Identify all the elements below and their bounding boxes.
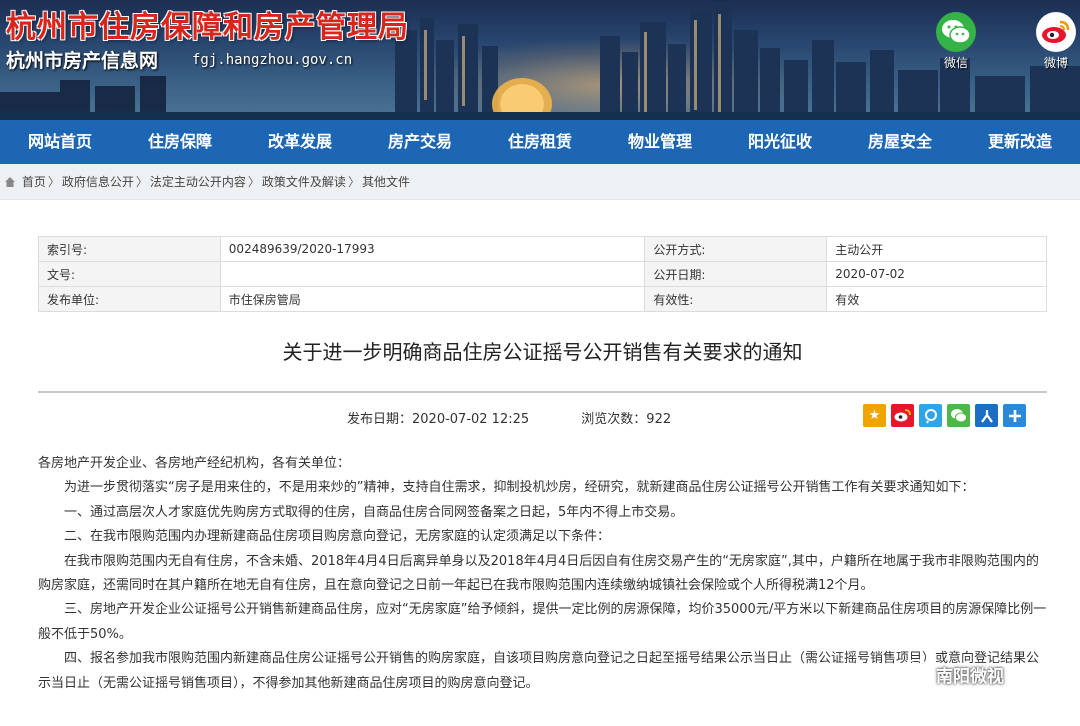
- article-body: 各房地产开发企业、各房地产经纪机构，各有关单位： 为进一步贯彻落实“房子是用来住…: [38, 452, 1048, 696]
- site-subtitle[interactable]: 杭州市房产信息网: [6, 46, 158, 73]
- table-row: 索引号: 002489639/2020-17993 公开方式: 主动公开: [38, 236, 1047, 262]
- home-icon: [5, 177, 15, 187]
- nav-item-property-trade[interactable]: 房产交易: [360, 120, 480, 164]
- nav-item-reform[interactable]: 改革发展: [240, 120, 360, 164]
- breadcrumb-separator: 〉: [247, 175, 260, 189]
- nav-item-housing-security[interactable]: 住房保障: [120, 120, 240, 164]
- clause-2-paragraph: 二、在我市限购范围内办理新建商品住房项目购房意向登记，无房家庭的认定须满足以下条…: [64, 529, 611, 545]
- renren-icon[interactable]: [975, 404, 998, 427]
- clause-1-paragraph: 一、通过高层次人才家庭优先购房方式取得的住房，自商品住房合同网签备案之日起，5年…: [64, 504, 684, 520]
- breadcrumb-separator: 〉: [347, 175, 360, 189]
- meta-value-publisher: 市住保房管局: [219, 286, 646, 312]
- clause-2-detail-paragraph: 在我市限购范围内无自有住房，不含未婚、2018年4月4日后离异单身以及2018年…: [38, 553, 1039, 594]
- breadcrumb-policy[interactable]: 政策文件及解读: [262, 175, 346, 189]
- favorite-star-icon[interactable]: ★: [863, 404, 886, 427]
- nav-item-renewal[interactable]: 更新改造: [960, 120, 1080, 164]
- wechat-share-icon[interactable]: [947, 404, 970, 427]
- share-toolbar: ★: [863, 404, 1026, 427]
- meta-key-index: 索引号:: [38, 236, 221, 262]
- meta-value-validity: 有效: [826, 286, 1047, 312]
- more-share-icon[interactable]: [1003, 404, 1026, 427]
- meta-key-doc-number: 文号:: [38, 261, 221, 287]
- intro-paragraph: 为进一步贯彻落实“房子是用来住的，不是用来炒的”精神，支持自住需求，抑制投机炒房…: [64, 480, 975, 496]
- view-count: 浏览次数：922: [581, 412, 672, 427]
- breadcrumb: 首页〉政府信息公开〉法定主动公开内容〉政策文件及解读〉其他文件: [0, 164, 1080, 200]
- header-banner: 杭州市住房保障和房产管理局 杭州市房产信息网 fgj.hangzhou.gov.…: [0, 0, 1080, 120]
- article-title: 关于进一步明确商品住房公证摇号公开销售有关要求的通知: [282, 340, 803, 364]
- nav-item-home[interactable]: 网站首页: [0, 120, 120, 164]
- weibo-label: 微博: [1043, 56, 1068, 70]
- publish-date: 发布日期：2020-07-02 12:25: [347, 412, 530, 427]
- document-meta-table: 索引号: 002489639/2020-17993 公开方式: 主动公开 文号:…: [38, 236, 1047, 312]
- wechat-watermark-icon: [901, 659, 931, 689]
- meta-value-doc-number: [219, 261, 646, 287]
- breadcrumb-other[interactable]: 其他文件: [362, 175, 410, 189]
- meta-key-date: 公开日期:: [644, 261, 828, 287]
- site-title[interactable]: 杭州市住房保障和房产管理局: [6, 2, 409, 46]
- nav-item-property-management[interactable]: 物业管理: [600, 120, 720, 164]
- breadcrumb-home[interactable]: 首页: [22, 175, 46, 189]
- weibo-icon: [1036, 12, 1076, 52]
- breadcrumb-separator: 〉: [135, 175, 148, 189]
- breadcrumb-separator: 〉: [47, 175, 60, 189]
- table-row: 文号: 公开日期: 2020-07-02: [38, 261, 1047, 287]
- weibo-share-icon[interactable]: [891, 404, 914, 427]
- title-divider: [38, 391, 1047, 393]
- breadcrumb-statutory[interactable]: 法定主动公开内容: [150, 175, 246, 189]
- meta-key-publisher: 发布单位:: [38, 286, 221, 312]
- meta-key-validity: 有效性:: [644, 286, 828, 312]
- main-nav: 网站首页 住房保障 改革发展 房产交易 住房租赁 物业管理 阳光征收 房屋安全 …: [0, 120, 1080, 164]
- watermark: 南阳微视: [900, 658, 1004, 690]
- nav-item-building-safety[interactable]: 房屋安全: [840, 120, 960, 164]
- wechat-icon: [936, 12, 976, 52]
- nav-item-expropriation[interactable]: 阳光征收: [720, 120, 840, 164]
- nav-item-rental[interactable]: 住房租赁: [480, 120, 600, 164]
- meta-value-disclosure: 主动公开: [826, 236, 1047, 262]
- watermark-text: 南阳微视: [936, 666, 1004, 687]
- weibo-link[interactable]: 微博: [1034, 12, 1078, 71]
- meta-value-index: 002489639/2020-17993: [219, 236, 646, 262]
- clause-3-paragraph: 三、房地产开发企业公证摇号公开销售新建商品住房，应对“无房家庭”给予倾斜，提供一…: [38, 602, 1047, 642]
- publish-info: 发布日期：2020-07-02 12:25 浏览次数：922: [347, 408, 719, 427]
- wechat-link[interactable]: 微信: [934, 12, 978, 71]
- breadcrumb-gov-info[interactable]: 政府信息公开: [62, 175, 134, 189]
- table-row: 发布单位: 市住保房管局 有效性: 有效: [38, 286, 1047, 312]
- clause-4-paragraph: 四、报名参加我市限购范围内新建商品住房公证摇号公开销售的购房家庭，自该项目购房意…: [38, 651, 1040, 691]
- tencent-weibo-icon[interactable]: [919, 404, 942, 427]
- meta-key-disclosure: 公开方式:: [644, 236, 828, 262]
- wechat-label: 微信: [943, 56, 968, 70]
- salutation-paragraph: 各房地产开发企业、各房地产经纪机构，各有关单位：: [38, 456, 351, 471]
- site-url[interactable]: fgj.hangzhou.gov.cn: [192, 52, 352, 68]
- meta-value-date: 2020-07-02: [826, 261, 1047, 287]
